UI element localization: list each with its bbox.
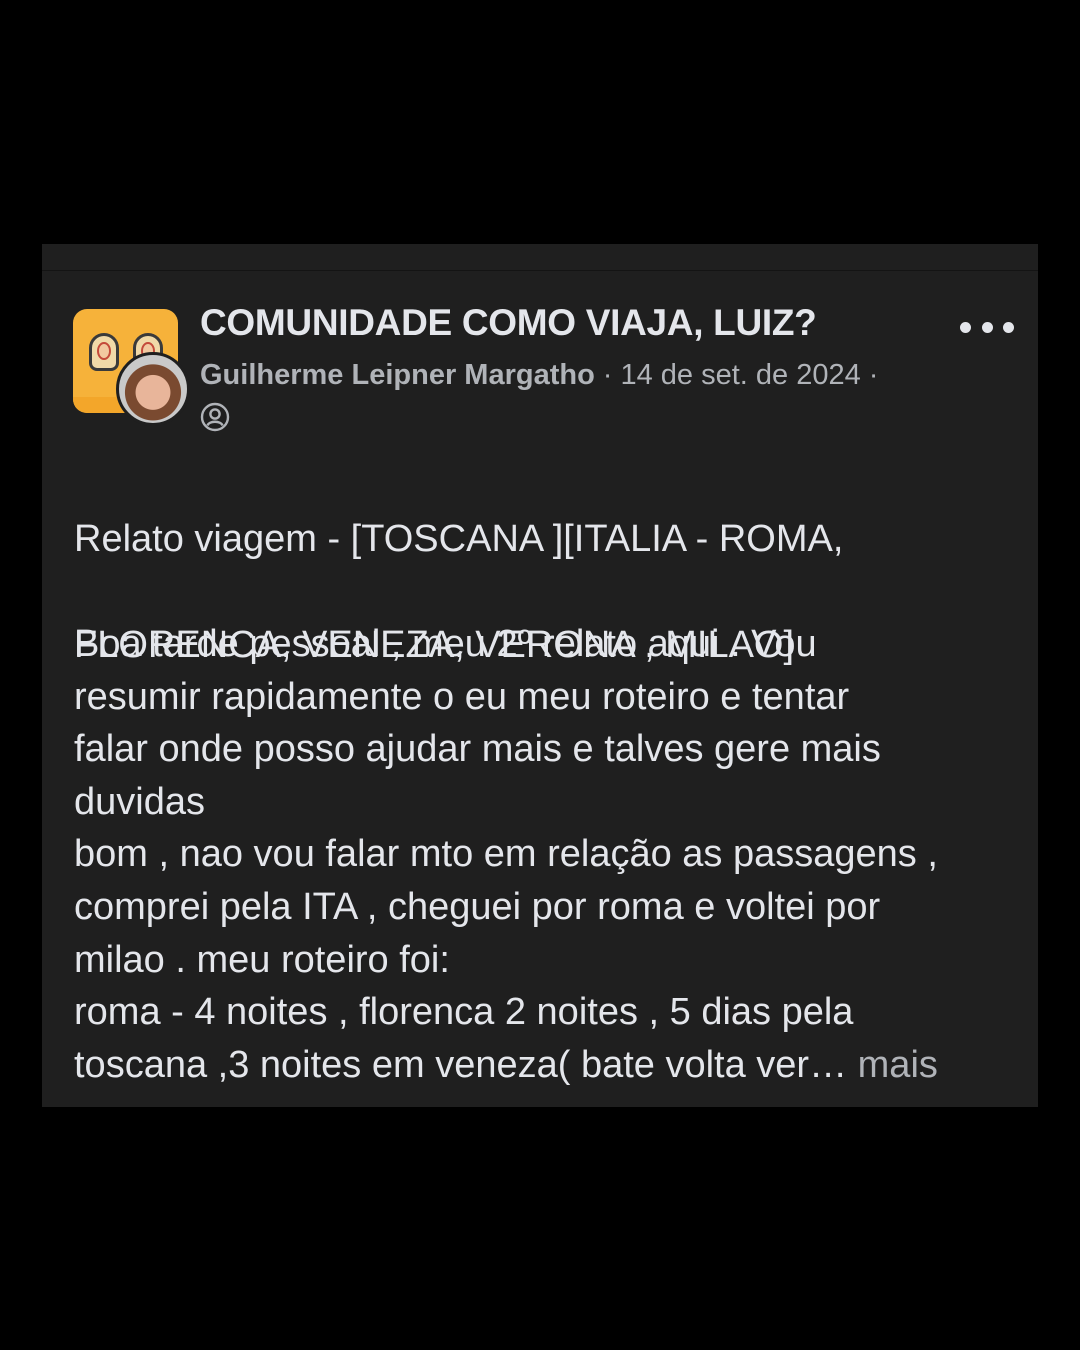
more-options-icon [960, 321, 971, 333]
post-body-line: milao . meu roteiro foi: [74, 938, 450, 981]
meta-separator: · [602, 359, 613, 391]
group-name[interactable]: COMUNIDADE COMO VIAJA, LUIZ? [200, 302, 817, 344]
post-body-line: bom , nao vou falar mto em relação as pa… [74, 833, 938, 876]
post-date[interactable]: 14 de set. de 2024 [620, 359, 860, 391]
post-card: COMUNIDADE COMO VIAJA, LUIZ? Guilherme L… [42, 244, 1038, 1107]
meta-separator: · [868, 359, 879, 391]
post-body-line: Boa tarde pessoal , meu 2º relato aqui .… [74, 623, 817, 665]
post-body-line: toscana ,3 noites em veneza( bate volta … [74, 1043, 848, 1086]
divider [42, 270, 1038, 271]
post-body-line: resumir rapidamente o eu meu roteiro e t… [74, 675, 850, 718]
group-members-icon [200, 402, 230, 432]
post-meta: Guilherme Leipner Margatho · 14 de set. de… [200, 359, 886, 392]
post-body-line: duvidas [74, 780, 205, 823]
more-options-button[interactable] [960, 316, 1014, 338]
post-body-line: falar onde posso ajudar mais e talves ge… [74, 728, 881, 771]
author-name[interactable]: Guilherme Leipner Margatho [200, 359, 595, 391]
see-more-link[interactable]: mais [858, 1044, 938, 1086]
post-title-line: Relato viagem - [TOSCANA ][ITALIA - ROMA… [74, 518, 844, 560]
group-avatar-illustration [89, 333, 119, 371]
post-body-line: comprei pela ITA , cheguei por roma e vo… [74, 885, 881, 928]
post-body-last-line: toscana ,3 noites em veneza( bate volta … [74, 1039, 1024, 1092]
author-avatar[interactable] [116, 352, 190, 426]
post-body: Boa tarde pessoal , meu 2º relato aqui .… [74, 618, 1024, 1091]
post-body-line: roma - 4 noites , florenca 2 noites , 5 … [74, 991, 854, 1034]
